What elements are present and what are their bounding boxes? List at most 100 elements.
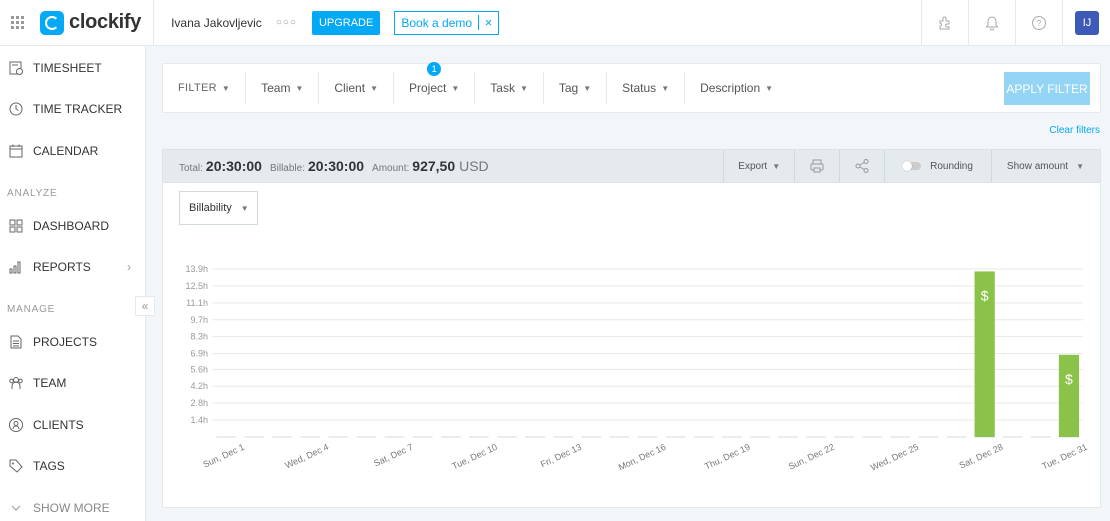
total-value: 20:30:00 <box>205 158 262 174</box>
divider <box>153 0 155 46</box>
upgrade-button[interactable]: UPGRADE <box>311 10 381 35</box>
logo[interactable]: clockify <box>40 10 141 35</box>
sidebar-item-label: TIME TRACKER <box>33 102 123 116</box>
clear-filters-link[interactable]: Clear filters <box>1049 125 1100 136</box>
y-tick-label: 1.4h <box>190 415 208 425</box>
collapse-sidebar-button[interactable]: « <box>135 296 155 316</box>
tag-icon <box>8 458 24 474</box>
sidebar-item-clients[interactable]: CLIENTS <box>0 406 146 444</box>
dashboard-icon <box>8 218 24 234</box>
filter-bar: FILTER ▼ Team ▼ Client ▼ 1 Project ▼ Task ▼ T… <box>162 62 1101 113</box>
avatar[interactable]: IJ <box>1075 11 1099 35</box>
caret-down-icon: ▼ <box>661 83 670 93</box>
x-tick-label: Wed, Dec 25 <box>869 442 920 473</box>
billable-value: 20:30:00 <box>307 158 365 174</box>
notification-bell-icon[interactable] <box>968 0 1015 46</box>
sidebar-item-calendar[interactable]: CALENDAR <box>0 132 146 170</box>
book-demo-label[interactable]: Book a demo <box>395 16 478 30</box>
team-icon <box>8 375 24 391</box>
rounding-label: Rounding <box>930 160 973 172</box>
chevron-right-icon: › <box>127 260 131 274</box>
tag-filter-label: Tag <box>558 81 579 95</box>
sidebar-item-reports[interactable]: REPORTS › <box>0 248 146 286</box>
x-tick-label: Sun, Dec 22 <box>787 442 836 472</box>
description-filter[interactable]: Description ▼ <box>685 72 788 104</box>
book-demo-button[interactable]: Book a demo × <box>394 10 500 35</box>
timesheet-icon <box>8 60 24 76</box>
x-tick-label: Wed, Dec 4 <box>283 442 330 471</box>
currency-label: USD <box>459 158 489 174</box>
sidebar: TIMESHEET TIME TRACKER CALENDAR ANALYZE … <box>0 46 146 521</box>
client-filter[interactable]: Client ▼ <box>319 72 394 104</box>
extensions-icon[interactable] <box>921 0 968 46</box>
billability-chart: 1.4h 2.8h 4.2h 5.6h 6.9h 8.3h 9.7h 11.1h 12.5h 13… <box>185 264 1088 473</box>
client-filter-label: Client <box>334 81 366 95</box>
status-filter-label: Status <box>622 81 657 95</box>
projects-icon <box>8 334 24 350</box>
chart-panel: Billability ▼ 1.4h 2.8h 4.2h 5.6h 6.9h 8.3h 9.7… <box>162 183 1101 508</box>
sidebar-item-label: DASHBOARD <box>33 219 110 233</box>
y-tick-label: 6.9h <box>190 349 208 359</box>
show-amount-dropdown[interactable]: Show amount ▼ <box>990 150 1100 182</box>
y-tick-label: 12.5h <box>185 281 208 291</box>
task-filter[interactable]: Task ▼ <box>475 72 544 104</box>
print-icon[interactable] <box>794 150 839 182</box>
y-tick-label: 13.9h <box>185 264 208 274</box>
totals: Total: 20:30:00 Billable: 20:30:00 Amoun… <box>179 158 489 174</box>
tag-filter[interactable]: Tag ▼ <box>544 72 608 104</box>
sidebar-item-tags[interactable]: TAGS <box>0 447 146 485</box>
export-label: Export <box>738 160 768 172</box>
sidebar-item-projects[interactable]: PROJECTS <box>0 323 146 361</box>
x-tick-label: Sat, Dec 28 <box>958 442 1005 471</box>
close-icon[interactable]: × <box>478 15 498 30</box>
clockify-logo-icon <box>40 10 64 35</box>
clients-icon <box>8 417 24 433</box>
project-filter-badge: 1 <box>427 62 442 76</box>
rounding-toggle[interactable]: Rounding <box>884 150 991 182</box>
y-tick-label: 9.7h <box>190 315 208 325</box>
sidebar-item-timesheet[interactable]: TIMESHEET <box>0 49 146 87</box>
amount-label: Amount: <box>372 163 410 174</box>
chevron-down-icon <box>8 500 24 516</box>
x-tick-label: Tue, Dec 10 <box>450 442 498 472</box>
team-filter[interactable]: Team ▼ <box>246 72 320 104</box>
workspace-menu-icon[interactable]: ○○○ <box>276 17 297 28</box>
status-filter[interactable]: Status ▼ <box>607 72 686 104</box>
y-tick-label: 5.6h <box>190 364 208 374</box>
section-analyze: ANALYZE <box>7 188 58 199</box>
sidebar-item-label: PROJECTS <box>33 335 98 349</box>
clock-icon <box>8 101 24 117</box>
sidebar-item-label: CLIENTS <box>33 418 84 432</box>
chart-bar <box>1058 354 1080 437</box>
top-bar: clockify Ivana Jakovljevic ○○○ UPGRADE B… <box>0 0 1110 46</box>
task-filter-label: Task <box>490 81 515 95</box>
x-tick-label: Tue, Dec 31 <box>1040 442 1088 472</box>
user-menu[interactable]: IJ <box>1062 0 1110 46</box>
caret-down-icon: ▼ <box>221 83 231 93</box>
sidebar-item-time-tracker[interactable]: TIME TRACKER <box>0 90 146 128</box>
sidebar-item-dashboard[interactable]: DASHBOARD <box>0 207 146 245</box>
x-tick-label: Mon, Dec 16 <box>617 442 667 473</box>
apps-grid-icon[interactable] <box>11 15 25 30</box>
caret-down-icon: ▼ <box>519 83 528 93</box>
project-filter-label: Project <box>408 81 447 95</box>
sidebar-item-label: TIMESHEET <box>33 61 102 75</box>
description-filter-label: Description <box>700 81 761 95</box>
reports-icon <box>8 259 24 275</box>
apply-filter-button[interactable]: APPLY FILTER <box>1004 72 1090 105</box>
project-filter[interactable]: 1 Project ▼ <box>394 62 476 104</box>
sidebar-item-label: CALENDAR <box>33 144 99 158</box>
workspace-name[interactable]: Ivana Jakovljevic <box>171 16 262 30</box>
amount-value: 927,50 <box>412 158 456 174</box>
y-tick-label: 2.8h <box>190 398 208 408</box>
sidebar-item-team[interactable]: TEAM <box>0 364 146 402</box>
sidebar-item-show-more[interactable]: SHOW MORE <box>0 489 146 521</box>
caret-down-icon: ▼ <box>772 161 781 171</box>
export-button[interactable]: Export ▼ <box>723 150 794 182</box>
share-icon[interactable] <box>839 150 884 182</box>
x-tick-label: Thu, Dec 19 <box>703 442 752 472</box>
team-filter-label: Team <box>261 81 291 95</box>
filter-dropdown[interactable]: FILTER ▼ <box>163 72 247 104</box>
toggle-switch[interactable] <box>902 161 922 171</box>
help-icon[interactable]: ? <box>1015 0 1062 46</box>
